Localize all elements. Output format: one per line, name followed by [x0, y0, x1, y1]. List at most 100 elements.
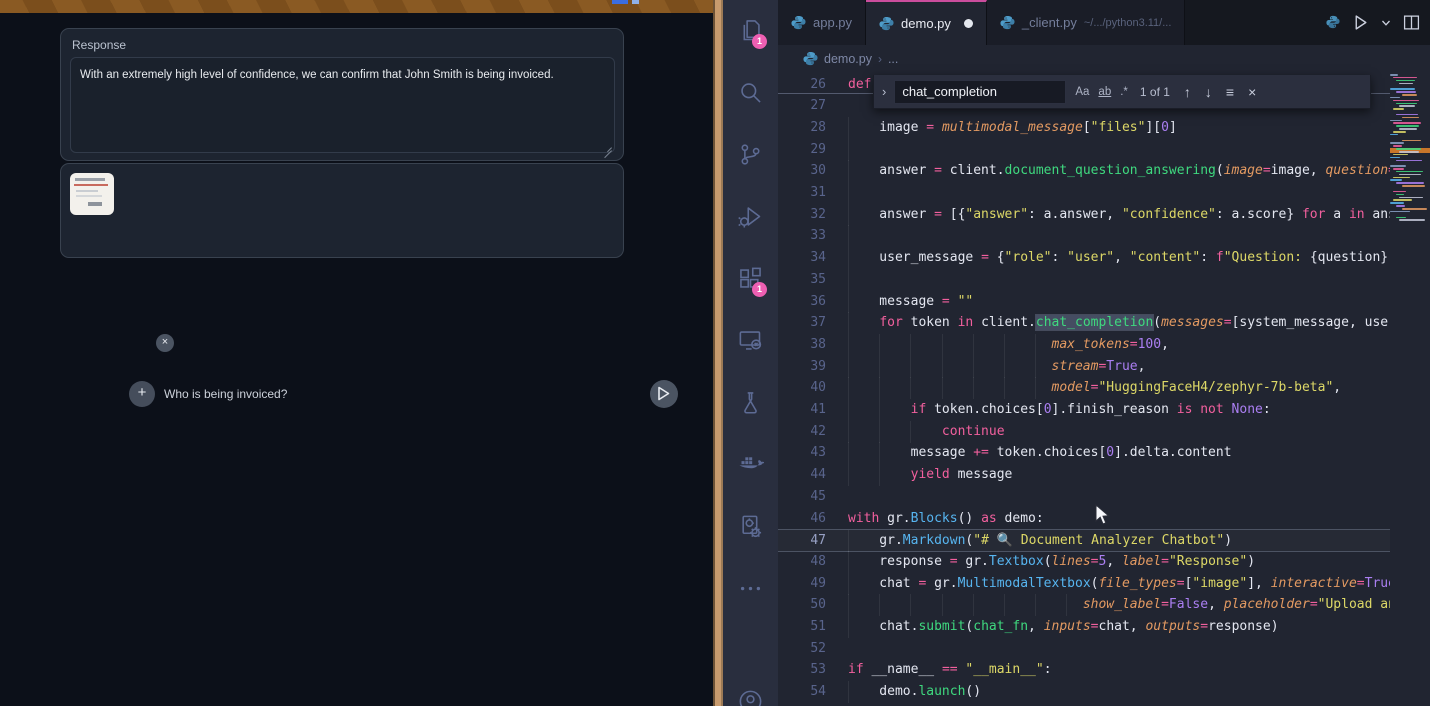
indent-guide: [848, 139, 849, 161]
code-line[interactable]: 35: [778, 269, 1390, 291]
code-line[interactable]: 49 chat = gr.MultimodalTextbox(file_type…: [778, 573, 1390, 595]
find-next-button[interactable]: ↓: [1205, 84, 1212, 100]
find-close-button[interactable]: ×: [1248, 84, 1256, 100]
activity-bar: 11: [723, 0, 778, 706]
tab-_client.py[interactable]: _client.py~/.../python3.11/...: [987, 0, 1185, 45]
code-line[interactable]: 54 demo.launch(): [778, 681, 1390, 703]
match-case-icon[interactable]: Aa: [1075, 86, 1089, 98]
attached-image-thumbnail[interactable]: [70, 173, 114, 215]
line-number: 51: [778, 616, 826, 638]
minimap-line: [1402, 185, 1425, 187]
activity-more-icon[interactable]: [723, 558, 778, 620]
code-line[interactable]: 28 image = multimodal_message["files"][0…: [778, 117, 1390, 139]
code-line[interactable]: 31: [778, 182, 1390, 204]
code-line[interactable]: 36 message = "": [778, 291, 1390, 313]
minimap-line: [1393, 131, 1406, 133]
code-line[interactable]: 47 gr.Markdown("# 🔍 Document Analyzer Ch…: [778, 529, 1390, 552]
minimap-line: [1393, 100, 1419, 102]
activity-explorer-icon[interactable]: 1: [723, 0, 778, 62]
tab-app.py[interactable]: app.py: [778, 0, 866, 45]
minimap-line: [1396, 194, 1404, 196]
code-line[interactable]: 43 message += token.choices[0].delta.con…: [778, 442, 1390, 464]
tab-demo.py[interactable]: demo.py: [866, 0, 987, 45]
submit-button[interactable]: [650, 380, 678, 408]
activity-extensions-icon[interactable]: 1: [723, 248, 778, 310]
wallpaper-fragment: [612, 0, 628, 4]
code-line[interactable]: 44 yield message: [778, 464, 1390, 486]
code-line[interactable]: 30 answer = client.document_question_ans…: [778, 160, 1390, 182]
breadcrumb-file[interactable]: demo.py: [824, 52, 872, 66]
code-editor[interactable]: 26def2728 image = multimodal_message["fi…: [778, 72, 1430, 706]
activity-testing-icon[interactable]: [723, 372, 778, 434]
code-text: answer = [{"answer": a.answer, "confiden…: [848, 204, 1390, 226]
minimap-line: [1390, 120, 1402, 122]
run-python-file-button[interactable]: [1352, 14, 1369, 31]
breadcrumb-separator: ›: [878, 52, 882, 66]
line-number: 39: [778, 356, 826, 378]
whole-word-icon[interactable]: ab: [1098, 86, 1111, 98]
find-input[interactable]: [894, 80, 1066, 104]
code-line[interactable]: 37 for token in client.chat_completion(m…: [778, 312, 1390, 334]
find-in-selection-button[interactable]: ≡: [1226, 84, 1234, 100]
chat-input-placeholder[interactable]: Who is being invoiced?: [164, 387, 287, 401]
line-number: 31: [778, 182, 826, 204]
minimap-line: [1399, 197, 1423, 199]
code-line[interactable]: 52: [778, 638, 1390, 660]
minimap-line: [1396, 160, 1422, 162]
find-previous-button[interactable]: ↑: [1184, 84, 1191, 100]
code-line[interactable]: 46with gr.Blocks() as demo:: [778, 508, 1390, 530]
response-textarea[interactable]: [70, 57, 615, 153]
code-text: user_message = {"role": "user", "content…: [848, 247, 1390, 269]
activity-search-icon[interactable]: [723, 62, 778, 124]
send-icon: [657, 386, 671, 401]
code-line[interactable]: 32 answer = [{"answer": a.answer, "confi…: [778, 204, 1390, 226]
unsaved-dot-icon: [964, 19, 973, 28]
code-line[interactable]: 39 stream=True,: [778, 356, 1390, 378]
minimap-line: [1396, 103, 1417, 105]
code-line[interactable]: 41 if token.choices[0].finish_reason is …: [778, 399, 1390, 421]
activity-account-icon[interactable]: [723, 680, 778, 706]
remove-file-button[interactable]: ×: [156, 334, 174, 352]
code-lines[interactable]: 26def2728 image = multimodal_message["fi…: [778, 72, 1390, 706]
overflow-tab-python-icon[interactable]: [1326, 15, 1340, 30]
line-number: 48: [778, 551, 826, 573]
minimap-line: [1390, 142, 1404, 144]
split-editor-button[interactable]: [1403, 14, 1420, 31]
activity-run-debug-icon[interactable]: [723, 186, 778, 248]
code-line[interactable]: 48 response = gr.Textbox(lines=5, label=…: [778, 551, 1390, 573]
run-dropdown-chevron-icon[interactable]: [1381, 18, 1391, 28]
activity-source-control-icon[interactable]: [723, 124, 778, 186]
code-line[interactable]: 51 chat.submit(chat_fn, inputs=chat, out…: [778, 616, 1390, 638]
code-line[interactable]: 38 max_tokens=100,: [778, 334, 1390, 356]
regex-icon[interactable]: .*: [1120, 86, 1128, 98]
minimap-line: [1399, 128, 1417, 130]
code-text: max_tokens=100,: [848, 334, 1169, 356]
code-text: message = "": [848, 291, 973, 313]
code-line[interactable]: 34 user_message = {"role": "user", "cont…: [778, 247, 1390, 269]
code-line[interactable]: 53if __name__ == "__main__":: [778, 659, 1390, 681]
add-file-button[interactable]: +: [129, 381, 155, 407]
code-line[interactable]: 33: [778, 225, 1390, 247]
find-replace-toggle-icon[interactable]: ›: [874, 84, 894, 99]
code-line[interactable]: 40 model="HuggingFaceH4/zephyr-7b-beta",: [778, 377, 1390, 399]
minimap-line: [1390, 97, 1400, 99]
code-line[interactable]: 42 continue: [778, 421, 1390, 443]
code-line[interactable]: 45: [778, 486, 1390, 508]
tab-label: demo.py: [901, 16, 951, 31]
code-text: chat = gr.MultimodalTextbox(file_types=[…: [848, 573, 1390, 595]
breadcrumb-more[interactable]: ...: [888, 52, 898, 66]
code-line[interactable]: 50 show_label=False, placeholder="Upload…: [778, 594, 1390, 616]
activity-badge: 1: [752, 34, 767, 49]
minimap[interactable]: [1390, 74, 1430, 294]
code-line[interactable]: 29: [778, 139, 1390, 161]
response-label: Response: [72, 38, 126, 52]
line-number: 40: [778, 377, 826, 399]
activity-container-tools-icon[interactable]: [723, 496, 778, 558]
minimap-line: [1399, 151, 1419, 153]
activity-docker-icon[interactable]: [723, 434, 778, 496]
line-number: 42: [778, 421, 826, 443]
breadcrumb[interactable]: demo.py › ...: [778, 45, 1430, 72]
activity-remote-explorer-icon[interactable]: [723, 310, 778, 372]
screen: Response × + Who is being invoiced? 11: [0, 0, 1430, 706]
resize-handle[interactable]: [603, 142, 612, 151]
